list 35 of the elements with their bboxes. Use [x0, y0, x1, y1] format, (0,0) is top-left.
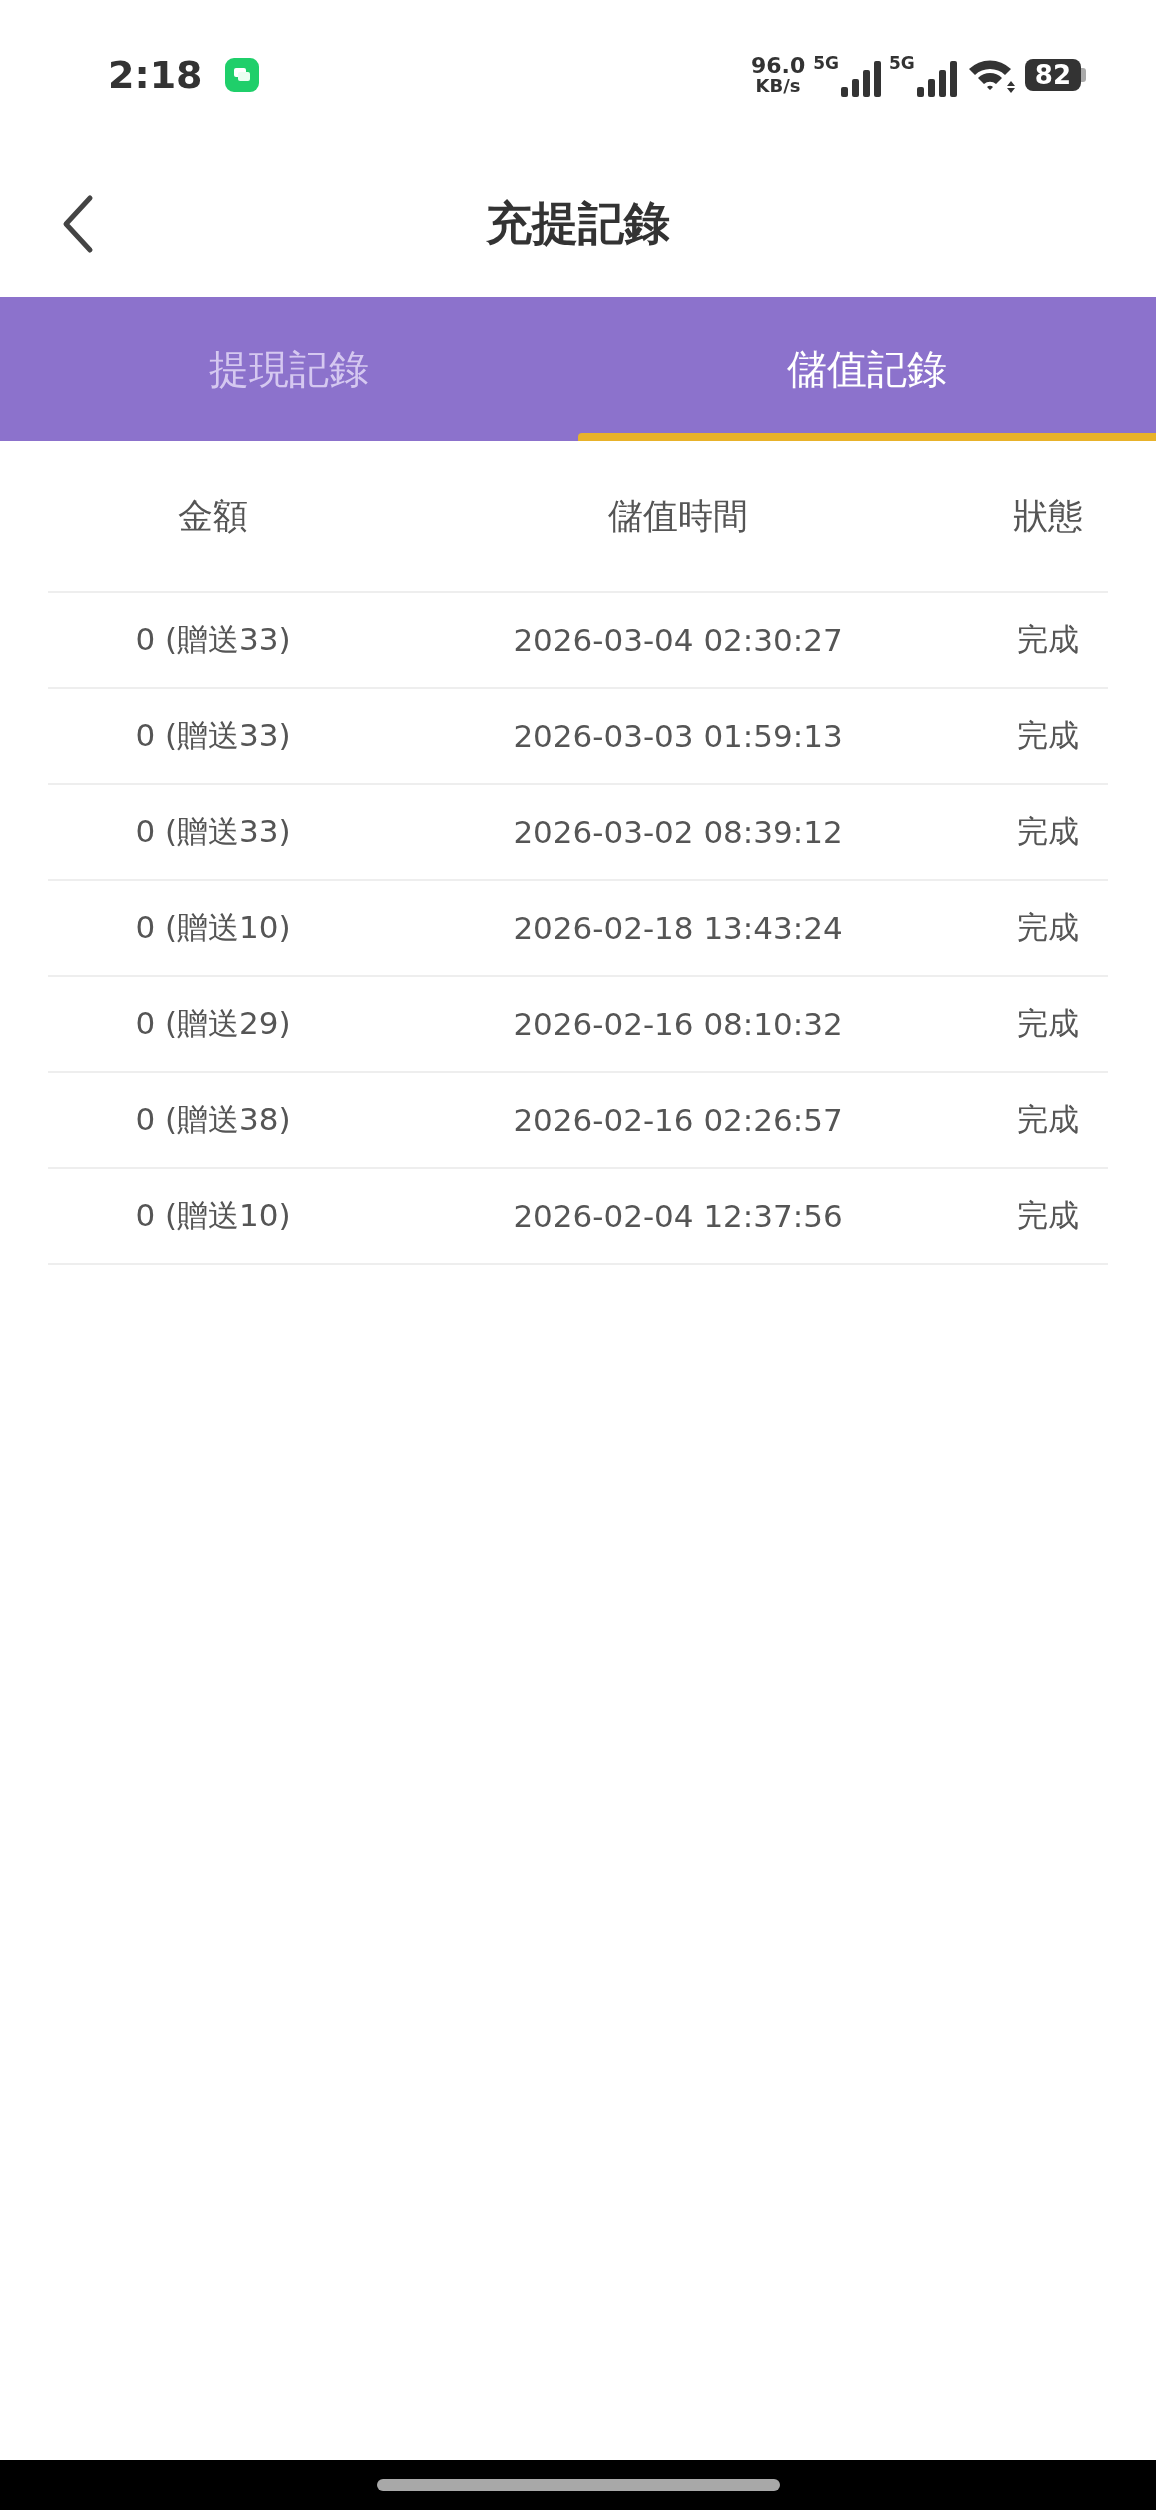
- table-cell-text: 完成: [1017, 1004, 1079, 1043]
- column-header: 金額: [178, 494, 248, 538]
- signal-icon: [839, 61, 881, 97]
- table-cell: 2026-03-02 08:39:12: [513, 814, 843, 850]
- network-speed: 96.0: [750, 55, 806, 77]
- table-cell: 2026-02-16 08:10:32: [513, 1006, 843, 1042]
- table-cell-text: 0 (贈送33): [135, 812, 291, 851]
- table-cell: 2026-02-16 02:26:57: [513, 1102, 843, 1138]
- table-cell-text: 完成: [1017, 908, 1079, 947]
- table-cell: 2026-02-04 12:37:56: [513, 1198, 843, 1234]
- table-cell-text: 完成: [1017, 1100, 1079, 1139]
- table-cell-text: 完成: [1017, 1196, 1079, 1235]
- tab[interactable]: 提現記錄: [0, 297, 578, 441]
- table-cell: 2026-02-18 13:43:24: [513, 910, 843, 946]
- table-cell-text: 完成: [1017, 812, 1079, 851]
- column-header: 儲值時間: [608, 494, 748, 538]
- chat-app-icon: [224, 58, 259, 92]
- page-title: 充提記錄: [486, 194, 670, 252]
- table-cell-text: 完成: [1017, 620, 1079, 659]
- status-time: 2:18: [108, 53, 203, 97]
- signal-icon: [914, 61, 957, 97]
- network-type: 5G: [813, 53, 839, 73]
- table-cell-text: 0 (贈送33): [135, 716, 291, 755]
- table-cell: 2026-03-03 01:59:13: [513, 718, 843, 754]
- table-cell-text: 0 (贈送33): [135, 620, 291, 659]
- network-unit: KB/s: [755, 77, 801, 95]
- table-cell-text: 0 (贈送29): [135, 1004, 291, 1043]
- table-cell-text: 完成: [1017, 716, 1079, 755]
- tab[interactable]: 儲值記錄: [578, 297, 1156, 441]
- table-cell-text: 0 (贈送10): [135, 908, 291, 947]
- network-type: 5G: [889, 53, 915, 73]
- table-cell: 2026-03-04 02:30:27: [513, 622, 843, 658]
- table-cell-text: 0 (贈送10): [135, 1196, 291, 1235]
- column-header: 狀態: [1013, 494, 1083, 538]
- table-cell-text: 0 (贈送38): [135, 1100, 291, 1139]
